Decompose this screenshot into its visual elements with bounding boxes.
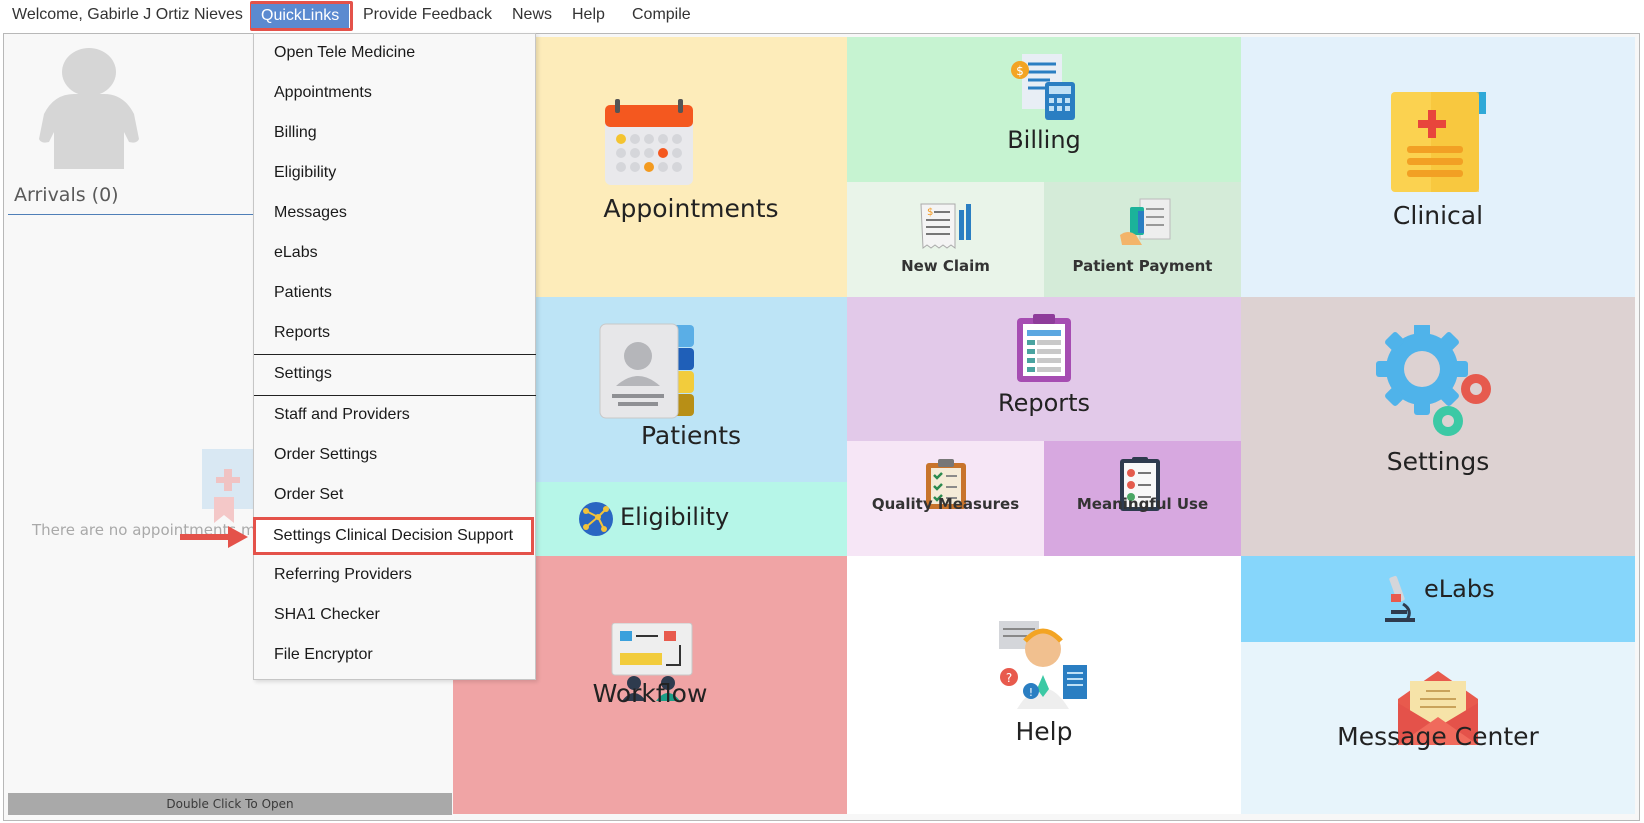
tile-eligibility[interactable]: Eligibility [535,482,847,556]
tile-patient-payment-label: Patient Payment [1072,257,1213,275]
tile-message-center-label: Message Center [1337,722,1539,751]
microscope-icon [1385,575,1415,622]
svg-text:$: $ [1016,64,1024,78]
user-avatar-icon [39,48,139,169]
tile-clinical-label: Clinical [1392,201,1484,230]
quicklink-patients[interactable]: Patients [274,284,332,302]
billing-documents-icon: $ [1011,54,1075,120]
tile-quality-measures-label: Quality Measures [871,495,1020,513]
tile-appointments-label: Appointments [603,194,779,223]
tile-patient-payment[interactable]: Patient Payment [1044,182,1241,297]
globe-network-icon [579,502,613,536]
quicklink-order-settings[interactable]: Order Settings [274,446,377,464]
tile-elabs[interactable]: eLabs [1241,556,1635,642]
quicklink-staff-and-providers[interactable]: Staff and Providers [274,406,410,424]
tile-new-claim-label: New Claim [901,257,990,275]
quicklinks-dropdown: Open Tele Medicine Appointments Billing … [253,33,536,680]
arrivals-count: Arrivals (0) [14,184,119,206]
tile-message-center[interactable]: Message Center [1241,642,1635,814]
tile-reports-label: Reports [997,389,1091,417]
quicklink-appointments[interactable]: Appointments [274,84,372,102]
menu-quicklinks[interactable]: QuickLinks [251,4,350,28]
svg-text:?: ? [1006,671,1012,685]
tile-clinical[interactable]: Clinical [1241,37,1635,297]
quicklink-billing[interactable]: Billing [274,124,317,142]
top-menu-bar: Welcome, Gabirle J Ortiz Nieves QuickLin… [0,0,1644,32]
quicklink-referring-providers[interactable]: Referring Providers [274,566,412,584]
tile-eligibility-label: Eligibility [620,503,730,531]
tile-appointments[interactable]: Appointments [535,37,847,297]
tile-new-claim[interactable]: $ New Claim [847,182,1044,297]
welcome-text: Welcome, Gabirle J Ortiz Nieves [12,6,243,23]
svg-text:!: ! [1029,686,1033,699]
double-click-hint[interactable]: Double Click To Open [8,793,452,815]
quicklink-order-set[interactable]: Order Set [274,486,343,504]
tile-quality-measures[interactable]: Quality Measures [847,441,1044,556]
patient-contacts-icon [599,323,694,419]
tile-meaningful-use[interactable]: Meaningful Use [1044,441,1241,556]
tile-help[interactable]: ? ! Help [847,556,1241,814]
quicklink-file-encryptor[interactable]: File Encryptor [274,646,373,664]
tile-patients-label: Patients [640,421,742,450]
tile-billing-label: Billing [1007,126,1081,154]
tile-patients[interactable]: Patients [535,297,847,482]
claim-receipt-icon: $ [920,203,971,249]
menu-separator [254,395,536,396]
quicklink-sha1-checker[interactable]: SHA1 Checker [274,606,380,624]
tile-workflow-label: Workflow [592,679,708,708]
quicklink-settings-cds-label: Settings Clinical Decision Support [273,527,514,544]
quicklink-settings-clinical-decision-support[interactable]: Settings Clinical Decision Support [253,517,534,555]
tile-meaningful-use-label: Meaningful Use [1076,495,1209,513]
svg-text:$: $ [927,207,933,218]
clinical-document-icon [1391,92,1486,192]
clipboard-report-icon [1017,314,1071,382]
menu-help[interactable]: Help [572,6,605,24]
tile-elabs-label: eLabs [1424,575,1495,603]
empty-appointments-icon [202,449,257,523]
menu-compile[interactable]: Compile [632,6,691,24]
menu-news[interactable]: News [512,6,552,24]
payment-card-icon [1120,198,1171,245]
quicklink-elabs[interactable]: eLabs [274,244,318,262]
tile-settings[interactable]: Settings [1241,297,1635,556]
pointer-arrow-icon [180,526,248,548]
tile-billing[interactable]: $ Billing [847,37,1241,182]
tile-reports[interactable]: Reports [847,297,1241,441]
quicklink-open-tele-medicine[interactable]: Open Tele Medicine [274,44,415,62]
tile-help-label: Help [1015,717,1073,746]
quicklink-reports[interactable]: Reports [274,324,330,342]
support-agent-icon: ? ! [999,621,1087,709]
gears-icon [1376,325,1491,436]
quicklink-settings[interactable]: Settings [274,365,332,383]
quicklink-eligibility[interactable]: Eligibility [274,164,336,182]
menu-separator [254,354,536,355]
quicklink-messages[interactable]: Messages [274,204,347,222]
tile-settings-label: Settings [1386,447,1490,476]
menu-provide-feedback[interactable]: Provide Feedback [363,6,492,24]
calendar-icon [605,99,693,185]
